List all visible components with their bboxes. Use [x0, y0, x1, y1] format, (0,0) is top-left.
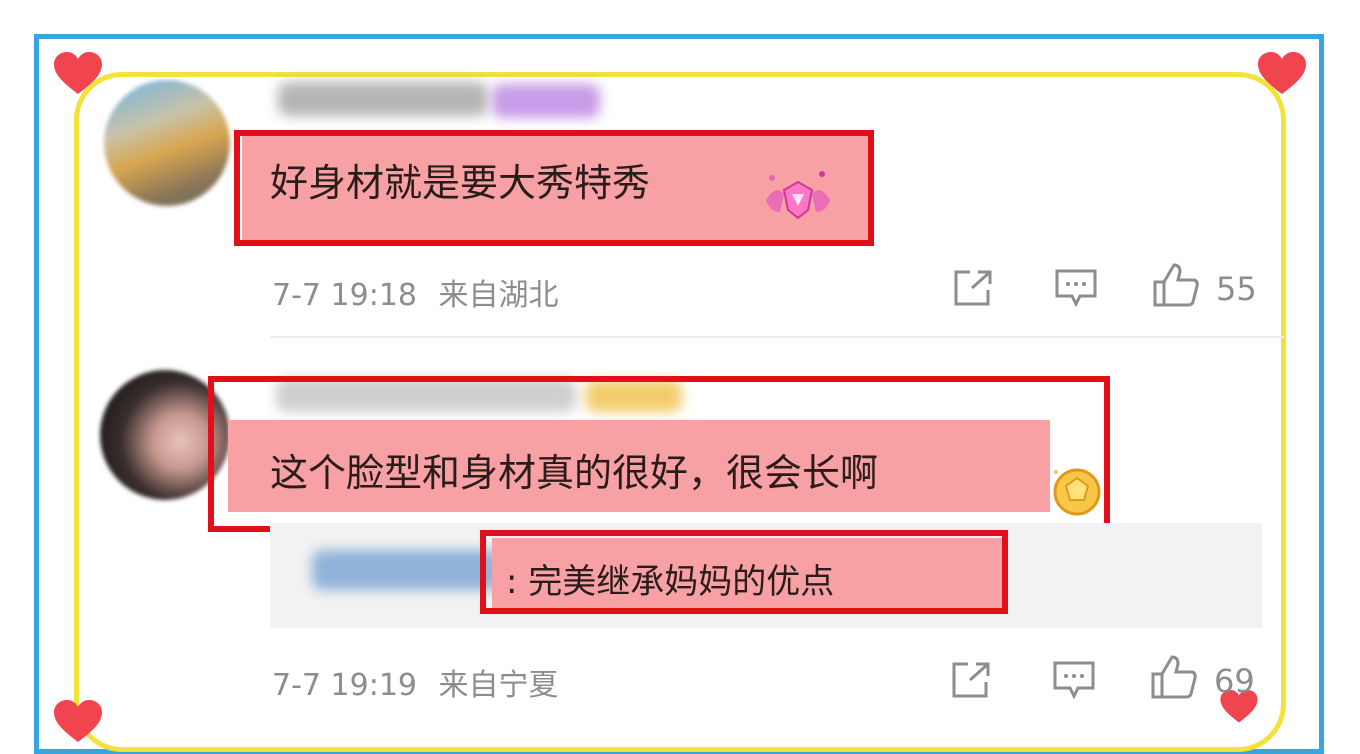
comment-meta: 7-7 19:18 来自湖北	[272, 270, 559, 314]
reply-text: : 完美继承妈妈的优点	[506, 562, 835, 602]
comment-meta: 7-7 19:19 来自宁夏	[272, 660, 559, 704]
comment-text: 好身材就是要大秀特秀	[270, 161, 651, 205]
share-icon[interactable]	[952, 268, 994, 308]
like-icon[interactable]	[1150, 654, 1198, 700]
like-count: 55	[1216, 270, 1257, 308]
avatar[interactable]	[104, 80, 230, 206]
like-icon[interactable]	[1152, 262, 1200, 308]
comment-location: 来自湖北	[438, 278, 559, 313]
comment-location: 来自宁夏	[438, 668, 559, 703]
comment-divider	[270, 336, 1284, 338]
like-count: 69	[1214, 662, 1255, 700]
heart-icon	[1258, 52, 1306, 94]
comment-time: 7-7 19:18	[272, 278, 417, 313]
heart-icon	[54, 700, 102, 742]
heart-icon	[54, 52, 102, 94]
comment-icon[interactable]	[1052, 660, 1096, 700]
fan-badge-icon	[1053, 468, 1101, 516]
comment-text: 这个脸型和身材真的很好，很会长啊	[270, 451, 879, 495]
reply-username-blurred[interactable]	[312, 550, 500, 590]
comment-time: 7-7 19:19	[272, 668, 417, 703]
vip-badge-icon	[766, 171, 830, 220]
share-icon[interactable]	[950, 660, 992, 700]
user-badge-blurred	[492, 84, 600, 118]
comment-icon[interactable]	[1054, 268, 1098, 308]
username-blurred[interactable]	[278, 82, 488, 116]
